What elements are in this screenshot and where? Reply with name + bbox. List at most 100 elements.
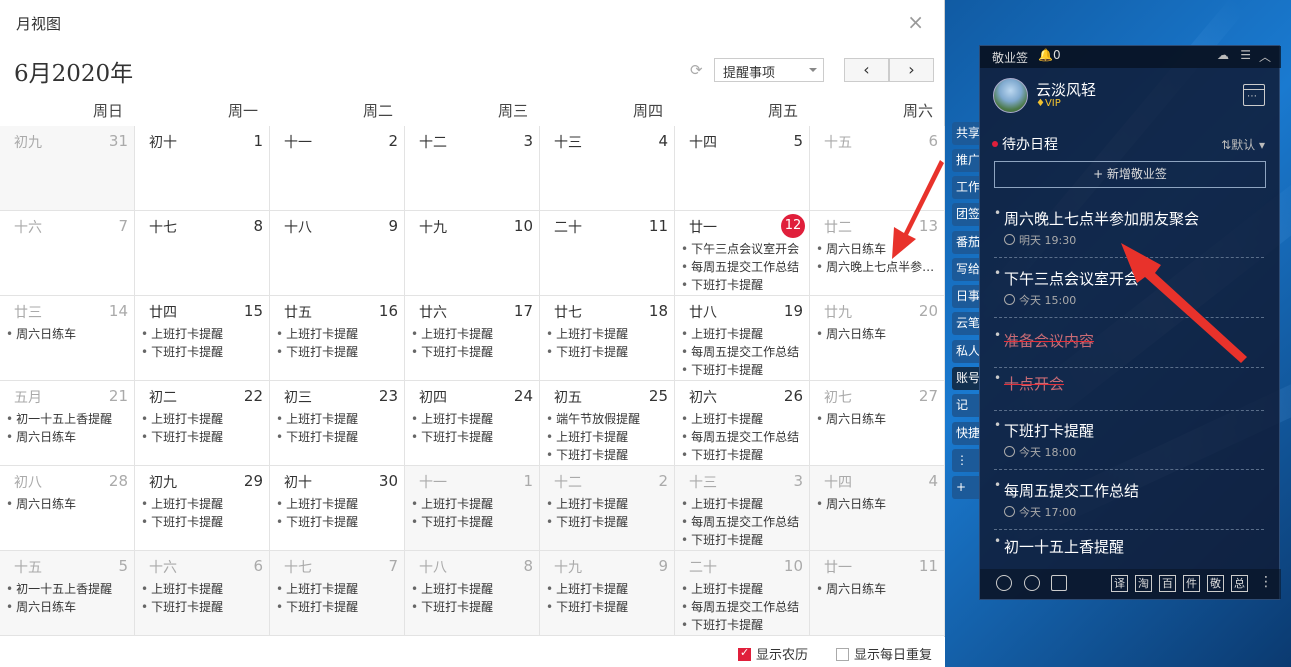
day-cell[interactable]: 十六 7: [0, 211, 135, 296]
day-cell[interactable]: 初三 23 上班打卡提醒下班打卡提醒: [270, 381, 405, 466]
day-cell[interactable]: 二十 10 上班打卡提醒每周五提交工作总结下班打卡提醒: [675, 551, 810, 636]
day-cell[interactable]: 廿一 11 周六日练车: [810, 551, 945, 636]
day-cell[interactable]: 十一 1 上班打卡提醒下班打卡提醒: [405, 466, 540, 551]
day-cell[interactable]: 廿五 16 上班打卡提醒下班打卡提醒: [270, 296, 405, 381]
event-item[interactable]: 下班打卡提醒: [546, 446, 672, 464]
todo-item[interactable]: 周六晚上七点半参加朋友聚会明天 19:30: [994, 206, 1264, 258]
event-item[interactable]: 周六晚上七点半参…: [816, 258, 942, 276]
event-item[interactable]: 下班打卡提醒: [276, 513, 402, 531]
event-item[interactable]: 下午三点会议室开会: [681, 240, 807, 258]
event-item[interactable]: 下班打卡提醒: [546, 343, 672, 361]
event-item[interactable]: 上班打卡提醒: [141, 325, 267, 343]
side-tab[interactable]: 日事: [952, 285, 980, 308]
event-item[interactable]: 下班打卡提醒: [411, 513, 537, 531]
event-item[interactable]: 下班打卡提醒: [546, 598, 672, 616]
side-tab[interactable]: ⋮: [952, 449, 980, 472]
side-tab[interactable]: 工作: [952, 176, 980, 199]
event-item[interactable]: 周六日练车: [816, 325, 942, 343]
event-item[interactable]: 上班打卡提醒: [141, 410, 267, 428]
search-icon[interactable]: [1024, 575, 1040, 591]
day-cell[interactable]: 十六 6 上班打卡提醒下班打卡提醒: [135, 551, 270, 636]
event-item[interactable]: 周六日练车: [6, 598, 132, 616]
event-item[interactable]: 上班打卡提醒: [681, 410, 807, 428]
event-item[interactable]: 端午节放假提醒: [546, 410, 672, 428]
side-tab[interactable]: +: [952, 476, 980, 499]
day-cell[interactable]: 十三 4: [540, 126, 675, 211]
event-item[interactable]: 下班打卡提醒: [141, 428, 267, 446]
event-item[interactable]: 周六日练车: [6, 325, 132, 343]
day-cell[interactable]: 廿四 15 上班打卡提醒下班打卡提醒: [135, 296, 270, 381]
event-item[interactable]: 每周五提交工作总结: [681, 598, 807, 616]
event-item[interactable]: 下班打卡提醒: [681, 446, 807, 464]
event-item[interactable]: 上班打卡提醒: [546, 580, 672, 598]
tool-button[interactable]: 百: [1159, 575, 1176, 592]
event-item[interactable]: 下班打卡提醒: [681, 361, 807, 379]
bell-icon[interactable]: 🔔0: [1038, 48, 1061, 62]
todo-item[interactable]: 下班打卡提醒今天 18:00: [994, 418, 1264, 470]
day-cell[interactable]: 十四 4 周六日练车: [810, 466, 945, 551]
day-cell[interactable]: 廿三 14 周六日练车: [0, 296, 135, 381]
day-cell[interactable]: 初四 24 上班打卡提醒下班打卡提醒: [405, 381, 540, 466]
prev-month-button[interactable]: ‹: [844, 58, 889, 82]
day-cell[interactable]: 初九 31: [0, 126, 135, 211]
day-cell[interactable]: 十三 3 上班打卡提醒每周五提交工作总结下班打卡提醒: [675, 466, 810, 551]
event-item[interactable]: 下班打卡提醒: [681, 531, 807, 549]
event-item[interactable]: 下班打卡提醒: [411, 428, 537, 446]
event-item[interactable]: 上班打卡提醒: [411, 325, 537, 343]
event-item[interactable]: 每周五提交工作总结: [681, 343, 807, 361]
day-cell[interactable]: 五月 21 初一十五上香提醒周六日练车: [0, 381, 135, 466]
todo-item[interactable]: 每周五提交工作总结今天 17:00: [994, 478, 1264, 530]
day-cell[interactable]: 十四 5: [675, 126, 810, 211]
next-month-button[interactable]: ›: [889, 58, 934, 82]
tool-button[interactable]: 敬: [1207, 575, 1224, 592]
side-tab[interactable]: 共享: [952, 122, 980, 145]
day-cell[interactable]: 十九 9 上班打卡提醒下班打卡提醒: [540, 551, 675, 636]
day-cell[interactable]: 十五 6: [810, 126, 945, 211]
event-item[interactable]: 上班打卡提醒: [276, 410, 402, 428]
event-item[interactable]: 上班打卡提醒: [276, 325, 402, 343]
event-item[interactable]: 下班打卡提醒: [681, 276, 807, 294]
avatar[interactable]: [993, 78, 1028, 113]
event-item[interactable]: 上班打卡提醒: [681, 495, 807, 513]
day-cell[interactable]: 十一 2: [270, 126, 405, 211]
day-cell[interactable]: 十二 3: [405, 126, 540, 211]
more-icon[interactable]: ⋮: [1259, 574, 1273, 590]
event-item[interactable]: 上班打卡提醒: [546, 495, 672, 513]
day-cell[interactable]: 廿二 13 周六日练车周六晚上七点半参…: [810, 211, 945, 296]
event-item[interactable]: 每周五提交工作总结: [681, 258, 807, 276]
event-item[interactable]: 上班打卡提醒: [141, 580, 267, 598]
calendar-icon[interactable]: [1243, 84, 1265, 106]
side-tab[interactable]: 写给: [952, 258, 980, 281]
side-tab[interactable]: 团签: [952, 203, 980, 226]
contacts-icon[interactable]: [996, 575, 1012, 591]
event-item[interactable]: 下班打卡提醒: [546, 513, 672, 531]
day-cell[interactable]: 初七 27 周六日练车: [810, 381, 945, 466]
event-item[interactable]: 周六日练车: [6, 428, 132, 446]
event-item[interactable]: 上班打卡提醒: [411, 410, 537, 428]
day-cell[interactable]: 廿八 19 上班打卡提醒每周五提交工作总结下班打卡提醒: [675, 296, 810, 381]
event-item[interactable]: 下班打卡提醒: [411, 598, 537, 616]
event-item[interactable]: 下班打卡提醒: [141, 513, 267, 531]
event-item[interactable]: 初一十五上香提醒: [6, 410, 132, 428]
day-cell[interactable]: 廿七 18 上班打卡提醒下班打卡提醒: [540, 296, 675, 381]
menu-icon[interactable]: ☰: [1240, 48, 1251, 62]
day-cell[interactable]: 廿九 20 周六日练车: [810, 296, 945, 381]
day-cell[interactable]: 初八 28 周六日练车: [0, 466, 135, 551]
event-item[interactable]: 下班打卡提醒: [411, 343, 537, 361]
event-item[interactable]: 下班打卡提醒: [276, 343, 402, 361]
todo-item[interactable]: 准备会议内容: [994, 328, 1264, 368]
tool-button[interactable]: 件: [1183, 575, 1200, 592]
event-item[interactable]: 上班打卡提醒: [411, 495, 537, 513]
tool-button[interactable]: 淘: [1135, 575, 1152, 592]
event-item[interactable]: 上班打卡提醒: [546, 428, 672, 446]
event-item[interactable]: 下班打卡提醒: [276, 598, 402, 616]
side-tab[interactable]: 推广: [952, 149, 980, 172]
day-cell[interactable]: 初五 25 端午节放假提醒上班打卡提醒下班打卡提醒: [540, 381, 675, 466]
todo-item[interactable]: 十点开会: [994, 371, 1264, 411]
add-note-button[interactable]: + 新增敬业签: [994, 161, 1266, 188]
notes-icon[interactable]: [1051, 575, 1067, 591]
day-cell[interactable]: 廿六 17 上班打卡提醒下班打卡提醒: [405, 296, 540, 381]
tool-button[interactable]: 译: [1111, 575, 1128, 592]
day-cell[interactable]: 十九 10: [405, 211, 540, 296]
show-daily-repeat-checkbox[interactable]: 显示每日重复: [836, 644, 932, 663]
